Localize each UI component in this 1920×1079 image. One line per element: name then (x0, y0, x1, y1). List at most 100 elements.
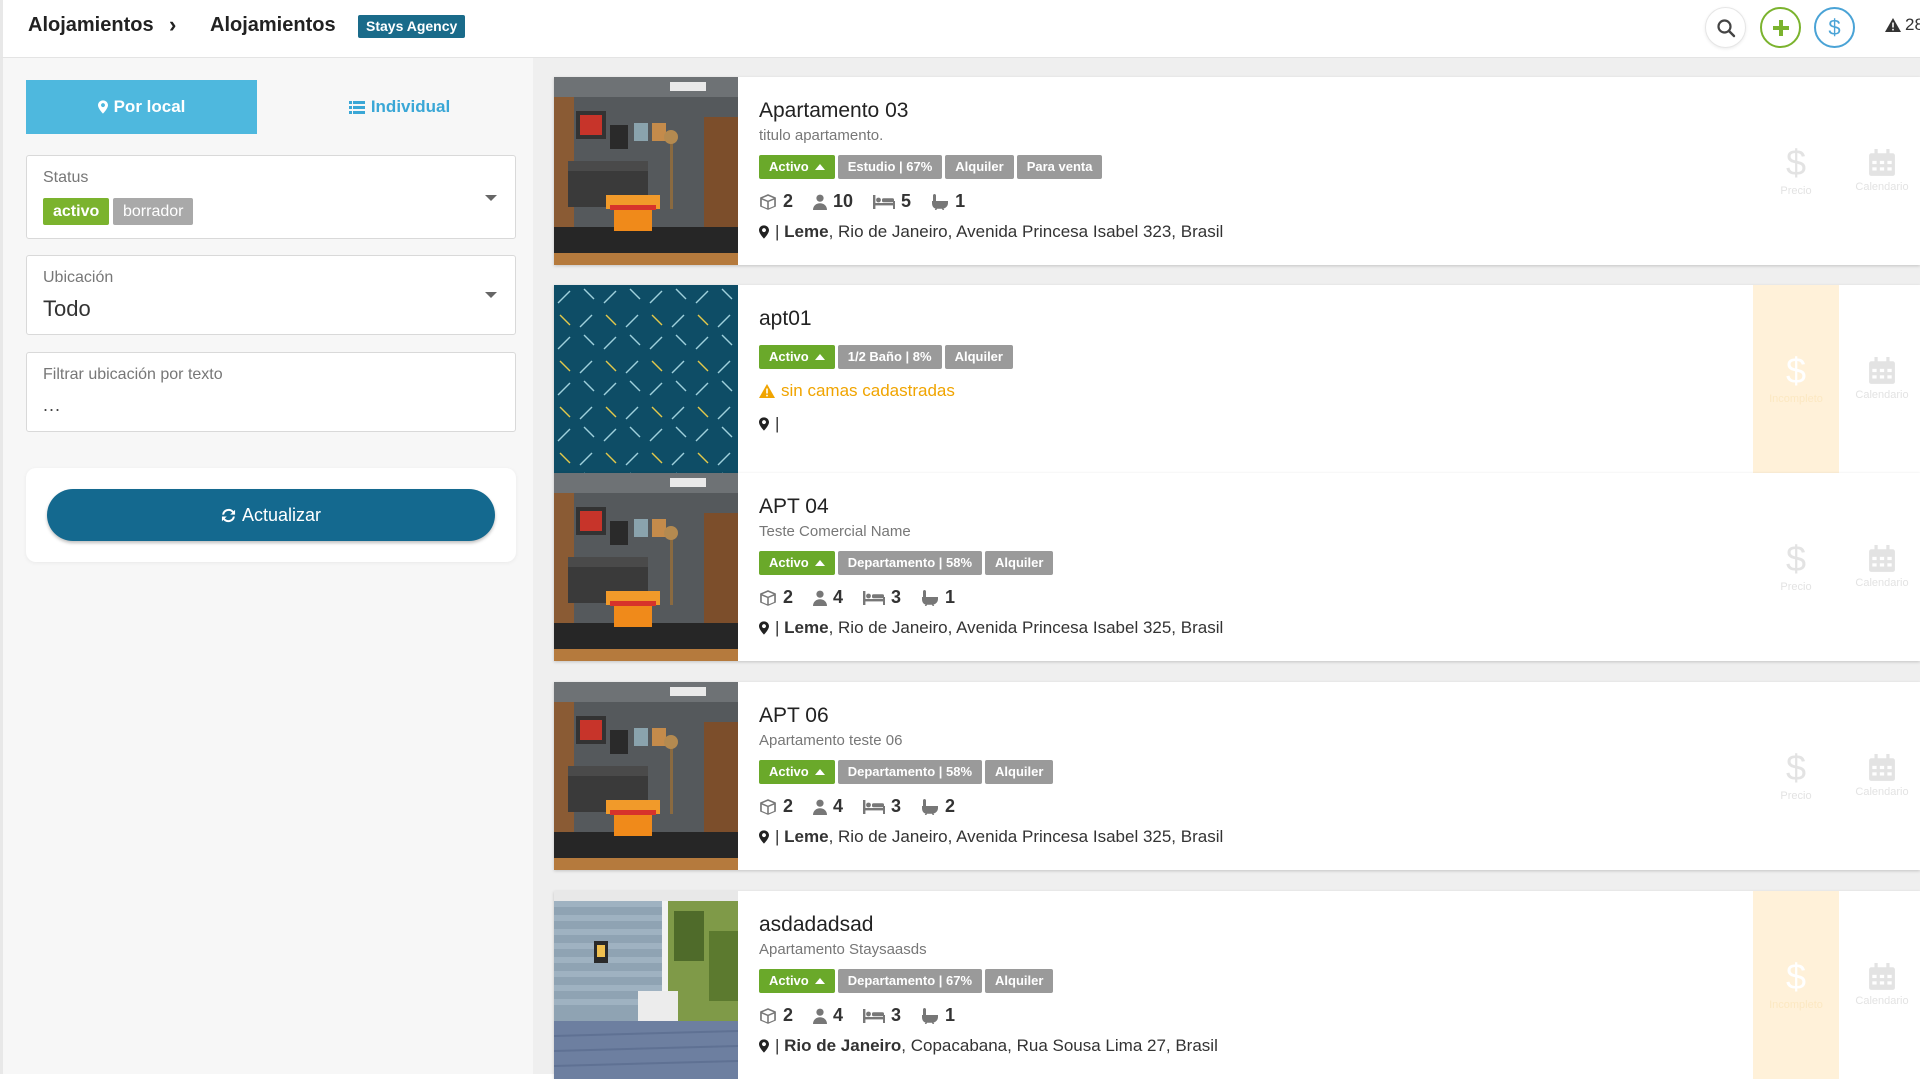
listing-badges: Activo Departamento | 67% Alquiler (759, 969, 1054, 993)
refresh-card: Actualizar (26, 468, 516, 562)
toggle-individual-button[interactable]: Individual (284, 80, 515, 134)
listing-title[interactable]: APT 06 (759, 704, 829, 728)
listing-stats: 2 4 3 1 (759, 587, 955, 608)
guests-stat: 10 (813, 191, 853, 212)
listing-photo (554, 891, 738, 1079)
type-badge: Departamento | 58% (837, 551, 983, 575)
filter-sidebar: Por local Individual Status activo borra… (0, 58, 533, 1074)
listing-subtitle: Apartamento Staysaasds (759, 941, 927, 958)
cube-icon (759, 193, 777, 211)
status-badge-label: Activo (769, 764, 809, 779)
caret-up-icon (814, 769, 825, 775)
rooms-stat: 2 (759, 587, 793, 608)
calendar-button[interactable]: Calendario (1839, 682, 1920, 870)
listing-card[interactable]: APT 06 Apartamento teste 06 Activo Depar… (554, 682, 1920, 870)
price-button[interactable]: $ Precio (1753, 77, 1839, 265)
location-label: Ubicación (43, 269, 114, 286)
calendar-label: Calendario (1855, 786, 1909, 798)
price-button[interactable]: $ Precio (1753, 473, 1839, 661)
incomplete-label: Incompleto (1769, 999, 1823, 1011)
refresh-label: Actualizar (241, 504, 322, 525)
listing-title[interactable]: apt01 (759, 307, 812, 331)
price-incomplete-button[interactable]: $ Incompleto (1753, 891, 1839, 1079)
location-select[interactable]: Ubicación Todo (26, 255, 516, 335)
listing-card[interactable]: asdadadsad Apartamento Staysaasds Activo… (554, 891, 1920, 1079)
plus-icon (1772, 19, 1789, 36)
listing-title[interactable]: asdadadsad (759, 913, 873, 937)
breadcrumb-root[interactable]: Alojamientos (28, 14, 154, 37)
calendar-button[interactable]: Calendario (1839, 77, 1920, 265)
listing-card[interactable]: apt01 Activo 1/2 Baño | 8% Alquiler sin … (554, 285, 1920, 473)
status-badge[interactable]: Activo (759, 155, 835, 179)
listing-subtitle: Apartamento teste 06 (759, 732, 903, 749)
rooms-stat: 2 (759, 1005, 793, 1026)
dollar-icon: $ (1785, 142, 1807, 183)
status-badge[interactable]: Activo (759, 551, 835, 575)
dollar-icon: $ (1828, 14, 1841, 40)
listing-title[interactable]: APT 04 (759, 495, 829, 519)
refresh-button[interactable]: Actualizar (47, 489, 495, 541)
status-badge-label: Activo (769, 973, 809, 988)
search-button[interactable] (1705, 7, 1746, 48)
listing-title[interactable]: Apartamento 03 (759, 99, 908, 123)
price-incomplete-button[interactable]: $ Incompleto (1753, 285, 1839, 473)
text-filter-label: Filtrar ubicación por texto (43, 366, 223, 383)
status-badge[interactable]: Activo (759, 345, 835, 369)
listing-photo-placeholder (554, 285, 738, 473)
user-icon (813, 194, 827, 210)
listing-badges: Activo Departamento | 58% Alquiler (759, 551, 1054, 575)
location-text-filter-input[interactable]: Filtrar ubicación por texto ... (26, 352, 516, 432)
status-tag-borrador[interactable]: borrador (113, 198, 194, 225)
calendar-button[interactable]: Calendario (1839, 473, 1920, 661)
cube-icon (759, 589, 777, 607)
price-label: Precio (1780, 185, 1812, 197)
type-badge: Departamento | 67% (837, 969, 983, 993)
caret-up-icon (814, 354, 825, 360)
price-button[interactable]: $ Precio (1753, 682, 1839, 870)
bed-icon (863, 1009, 885, 1023)
caret-up-icon (814, 164, 825, 170)
warning-icon (1885, 18, 1901, 32)
baths-stat: 1 (921, 587, 955, 608)
type-badge: Estudio | 67% (837, 155, 943, 179)
bathtub-icon (921, 1008, 939, 1024)
rental-badge: Alquiler (944, 345, 1013, 369)
view-toggle: Por local Individual (26, 80, 515, 134)
listing-badges: Activo Estudio | 67% Alquiler Para venta (759, 155, 1103, 179)
add-button[interactable] (1760, 7, 1801, 48)
alerts-indicator[interactable]: 28 (1885, 15, 1920, 35)
rental-badge: Alquiler (945, 155, 1014, 179)
beds-stat: 3 (863, 796, 901, 817)
listing-subtitle: Teste Comercial Name (759, 523, 911, 540)
chevron-down-icon (485, 292, 497, 298)
listing-badges: Activo 1/2 Baño | 8% Alquiler (759, 345, 1013, 369)
toggle-por-local-button[interactable]: Por local (26, 80, 257, 134)
bathtub-icon (921, 590, 939, 606)
no-beds-warning: sin camas cadastradas (759, 381, 955, 401)
status-label: Status (43, 169, 89, 186)
calendar-button[interactable]: Calendario (1839, 285, 1920, 473)
status-badge[interactable]: Activo (759, 969, 835, 993)
breadcrumb-separator-icon: › (169, 12, 177, 37)
listing-stats: 2 10 5 1 (759, 191, 965, 212)
status-badge[interactable]: Activo (759, 760, 835, 784)
calendar-button[interactable]: Calendario (1839, 891, 1920, 1079)
listing-card[interactable]: Apartamento 03 titulo apartamento. Activ… (554, 77, 1920, 265)
listing-badges: Activo Departamento | 58% Alquiler (759, 760, 1054, 784)
caret-up-icon (814, 978, 825, 984)
guests-stat: 4 (813, 1005, 843, 1026)
listing-address: | (759, 414, 779, 434)
currency-button[interactable]: $ (1814, 7, 1855, 48)
sale-badge: Para venta (1016, 155, 1103, 179)
warning-icon (759, 384, 775, 398)
status-tag-activo[interactable]: activo (43, 198, 110, 225)
listing-stats: 2 4 3 1 (759, 1005, 955, 1026)
price-label: Precio (1780, 790, 1812, 802)
calendar-label: Calendario (1855, 181, 1909, 193)
map-marker-icon (98, 100, 108, 114)
listing-photo (554, 473, 738, 661)
status-select[interactable]: Status activo borrador (26, 155, 516, 239)
status-badge-label: Activo (769, 159, 809, 174)
listing-address: | Leme, Rio de Janeiro, Avenida Princesa… (759, 827, 1223, 847)
listing-card[interactable]: APT 04 Teste Comercial Name Activo Depar… (554, 473, 1920, 661)
